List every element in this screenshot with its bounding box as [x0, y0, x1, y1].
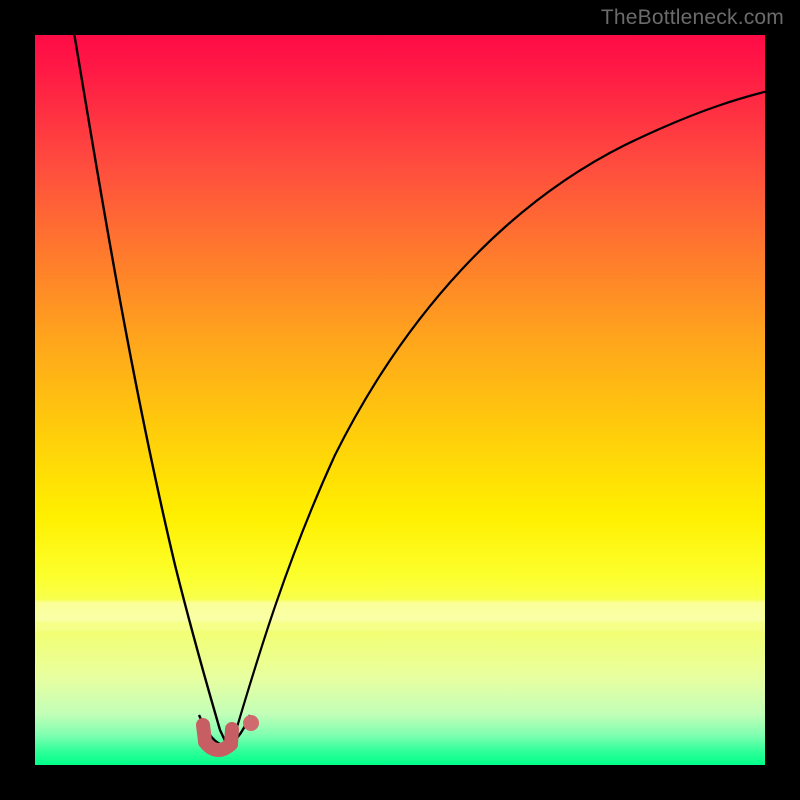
marker-point-right	[243, 715, 259, 731]
curve-right-branch	[231, 85, 765, 747]
chart-frame: TheBottleneck.com	[0, 0, 800, 800]
plot-area	[35, 35, 765, 765]
curve-layer	[35, 35, 765, 765]
watermark-text: TheBottleneck.com	[601, 6, 784, 30]
marker-trough-cluster	[203, 725, 232, 750]
curve-left-branch	[71, 35, 227, 745]
